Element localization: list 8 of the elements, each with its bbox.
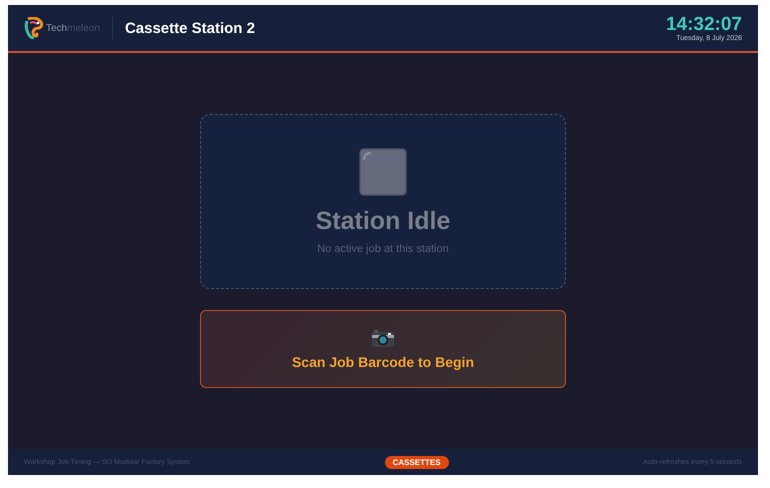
scan-barcode-button[interactable]: Scan Job Barcode to Begin	[200, 310, 566, 388]
status-subtitle: No active job at this station	[317, 243, 449, 255]
section-badge: CASSETTES	[384, 456, 449, 468]
status-title: Station Idle	[316, 207, 450, 236]
stop-square-icon	[359, 148, 407, 196]
camera-icon	[371, 328, 395, 348]
clock-time: 14:32:07	[666, 14, 742, 34]
station-title: Cassette Station 2	[124, 20, 255, 36]
